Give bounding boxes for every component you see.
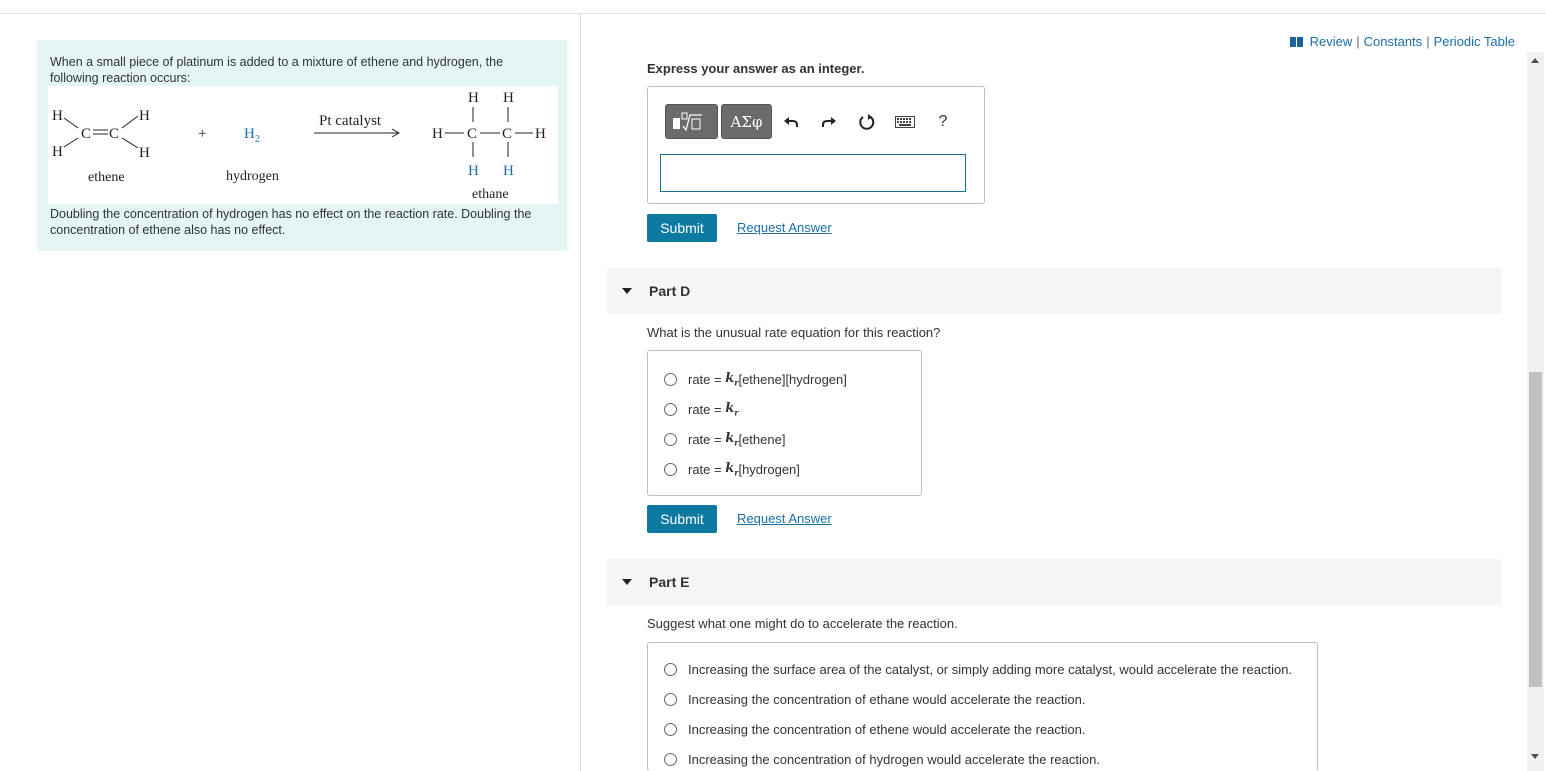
hydrogen-subscript: 2 [255, 134, 260, 145]
keyboard-button[interactable] [886, 104, 924, 139]
greek-symbols-button[interactable]: ΑΣφ [721, 104, 772, 139]
review-link[interactable]: Review [1310, 34, 1353, 49]
top-divider [0, 13, 1546, 14]
option-suffix: [ethene][hydrogen] [738, 371, 847, 387]
ethane-h-right: H [535, 126, 546, 142]
option-prefix: rate = [688, 461, 726, 477]
ethene-h-top-left: H [52, 108, 63, 124]
ethene-carbon-left: C [81, 126, 91, 142]
radio-icon[interactable] [664, 753, 677, 766]
plus-sign: + [198, 126, 206, 142]
resource-links: Review | Constants | Periodic Table [1289, 34, 1515, 49]
part-e-option[interactable]: Increasing the surface area of the catal… [664, 662, 1292, 677]
ethane-h-left: H [432, 126, 443, 142]
undo-icon [784, 116, 798, 127]
ethane-h-top-1: H [468, 90, 479, 106]
radio-icon[interactable] [664, 723, 677, 736]
rate-constant: kr [725, 461, 739, 478]
book-icon [1289, 36, 1303, 47]
undo-button[interactable] [772, 104, 810, 139]
periodic-table-link[interactable]: Periodic Table [1434, 34, 1515, 49]
link-separator: | [1356, 34, 1360, 49]
reaction-diagram: H H C C H H ethene + H 2 hydrogen Pt cat… [48, 86, 558, 204]
radio-icon[interactable] [664, 402, 677, 416]
option-text: Increasing the concentration of ethene w… [688, 722, 1086, 737]
part-d-option[interactable]: rate = kr [ethene] [664, 431, 785, 448]
option-text: Increasing the concentration of hydrogen… [688, 752, 1100, 767]
intro-text-top: When a small piece of platinum is added … [50, 55, 504, 85]
ethane-h-bottom-2: H [503, 163, 514, 179]
answer-input[interactable] [660, 154, 966, 192]
intro-text-bottom: Doubling the concentration of hydrogen h… [50, 207, 532, 237]
hydrogen-label: hydrogen [226, 169, 279, 184]
part-e-title: Part E [649, 574, 690, 590]
radio-icon[interactable] [664, 462, 677, 476]
part-d-option[interactable]: rate = kr [hydrogen] [664, 461, 800, 478]
reset-button[interactable] [848, 104, 886, 139]
part-d-option[interactable]: rate = kr [664, 401, 738, 418]
collapse-triangle-icon [622, 288, 632, 294]
part-d-question: What is the unusual rate equation for th… [647, 325, 941, 340]
option-suffix: [hydrogen] [738, 461, 800, 477]
keyboard-icon [895, 115, 915, 128]
ethene-carbon-right: C [109, 126, 119, 142]
math-toolbar: ΑΣφ ? [665, 104, 962, 139]
part-d-request-answer-link[interactable]: Request Answer [737, 511, 832, 526]
reset-icon [859, 113, 875, 130]
redo-button[interactable] [810, 104, 848, 139]
collapse-triangle-icon [622, 579, 632, 585]
part-c-request-answer-link[interactable]: Request Answer [737, 220, 832, 235]
ethene-h-bottom-right: H [139, 145, 150, 161]
ethane-carbon-2: C [502, 126, 512, 142]
radio-icon[interactable] [664, 432, 677, 446]
column-divider [580, 14, 581, 771]
scrollbar-thumb[interactable] [1529, 372, 1542, 687]
part-d-option[interactable]: rate = kr [ethene][hydrogen] [664, 371, 847, 388]
scroll-up-icon[interactable] [1531, 58, 1539, 63]
radio-icon[interactable] [664, 372, 677, 386]
part-e-header[interactable]: Part E [607, 559, 1501, 605]
template-button[interactable] [665, 104, 718, 139]
part-e-option[interactable]: Increasing the concentration of hydrogen… [664, 752, 1100, 767]
option-prefix: rate = [688, 401, 726, 417]
help-icon: ? [938, 112, 948, 130]
redo-icon [822, 116, 836, 127]
radio-icon[interactable] [664, 663, 677, 676]
part-e-options: Increasing the surface area of the catal… [647, 642, 1318, 771]
ethane-h-bottom-1: H [468, 163, 479, 179]
ethene-label: ethene [88, 170, 125, 185]
link-separator: | [1426, 34, 1430, 49]
ethane-carbon-1: C [467, 126, 477, 142]
answer-editor: ΑΣφ ? [647, 86, 985, 204]
part-d-options: rate = kr [ethene][hydrogen] rate = kr r… [647, 350, 922, 496]
intro-panel: When a small piece of platinum is added … [37, 40, 567, 251]
part-e-option[interactable]: Increasing the concentration of ethane w… [664, 692, 1085, 707]
part-c-submit-button[interactable]: Submit [647, 214, 717, 242]
ethene-h-top-right: H [139, 108, 150, 124]
rate-constant: kr [725, 371, 739, 388]
part-d-title: Part D [649, 283, 691, 299]
ethene-h-bottom-left: H [52, 144, 63, 160]
part-e-question: Suggest what one might do to accelerate … [647, 616, 958, 631]
option-prefix: rate = [688, 431, 726, 447]
scroll-down-icon[interactable] [1531, 754, 1539, 759]
answer-instruction: Express your answer as an integer. [647, 61, 865, 76]
radio-icon[interactable] [664, 693, 677, 706]
rate-constant: kr [725, 431, 739, 448]
option-text: Increasing the surface area of the catal… [688, 662, 1293, 677]
rate-constant: kr [725, 401, 739, 418]
option-prefix: rate = [688, 371, 726, 387]
catalyst-label: Pt catalyst [319, 113, 382, 129]
option-text: Increasing the concentration of ethane w… [688, 692, 1086, 707]
template-icon [672, 112, 702, 131]
part-e-option[interactable]: Increasing the concentration of ethene w… [664, 722, 1085, 737]
part-d-submit-button[interactable]: Submit [647, 505, 717, 533]
ethane-label: ethane [472, 187, 509, 202]
hydrogen-formula: H [244, 126, 255, 142]
constants-link[interactable]: Constants [1364, 34, 1423, 49]
option-suffix: [ethene] [738, 431, 786, 447]
ethane-h-top-2: H [503, 90, 514, 106]
part-d-header[interactable]: Part D [607, 268, 1501, 314]
help-button[interactable]: ? [924, 104, 962, 139]
